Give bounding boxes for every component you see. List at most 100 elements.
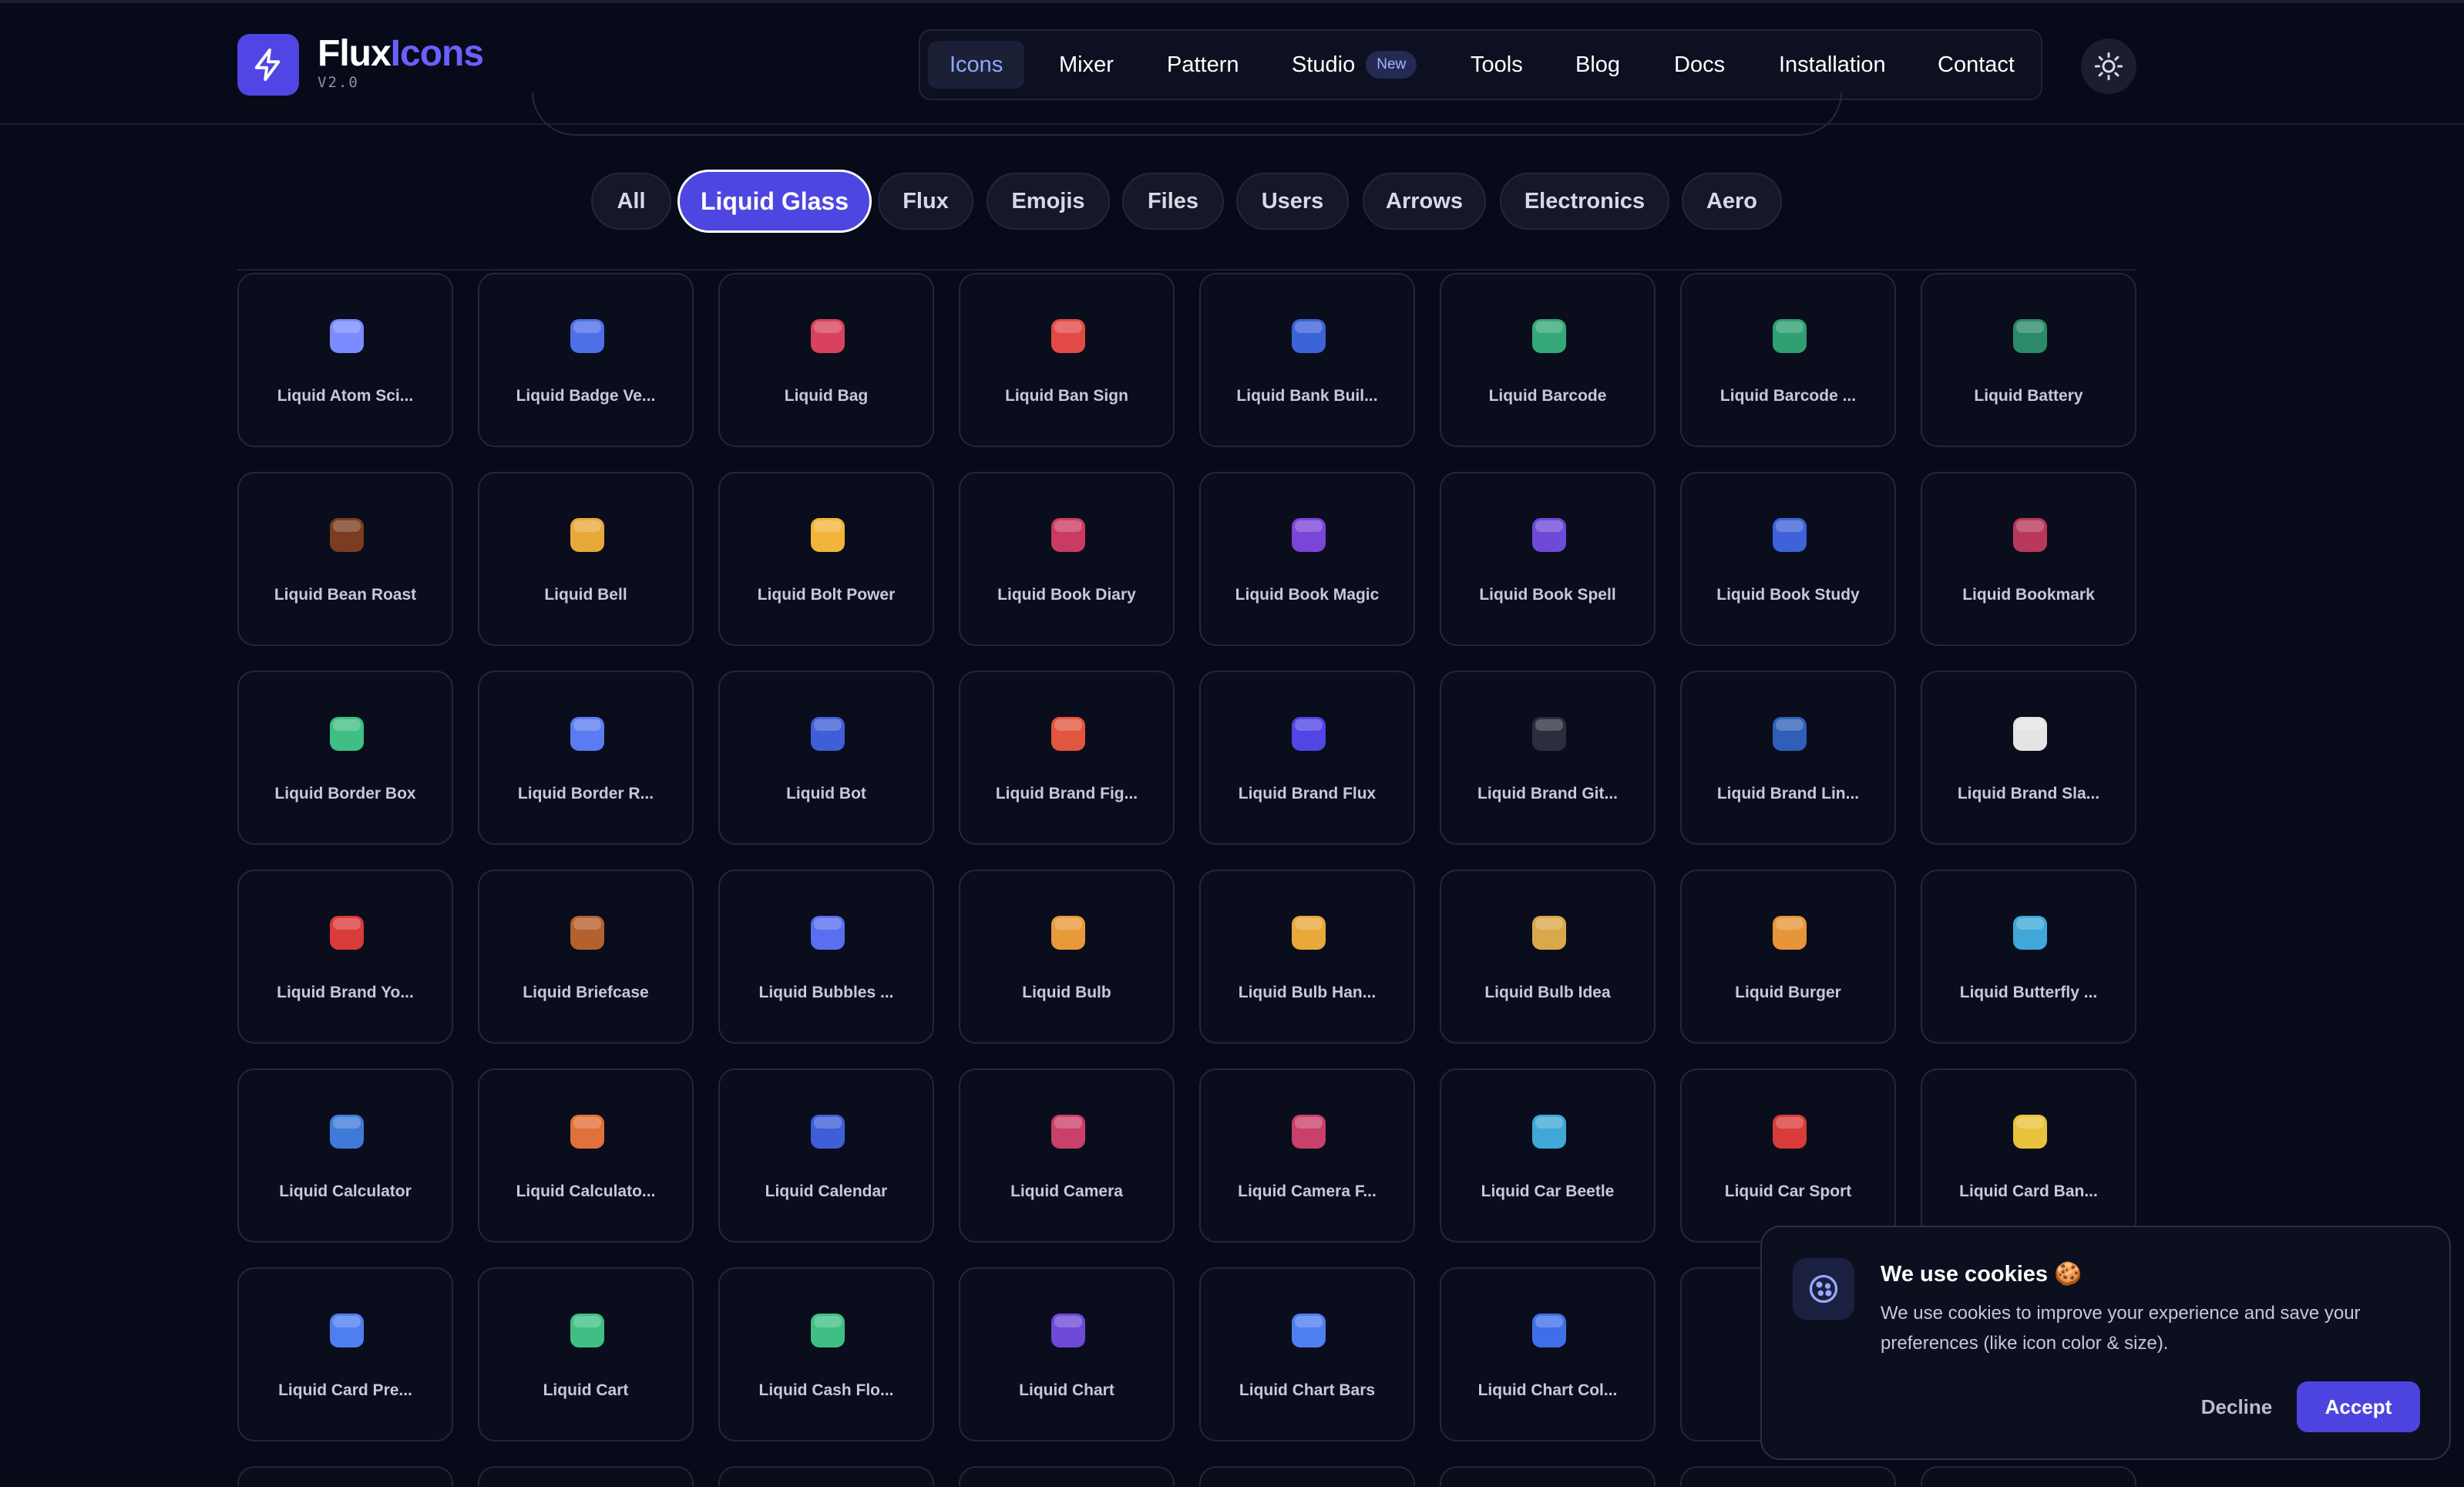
- nav-installation[interactable]: Installation: [1779, 41, 1886, 89]
- icon-card-label: Liquid Chart Bars: [1239, 1381, 1376, 1399]
- icon-card[interactable]: Liquid Cash Flo...: [718, 1267, 934, 1442]
- filter-arrows[interactable]: Arrows: [1363, 173, 1486, 230]
- icon-card-label: Liquid Book Study: [1716, 586, 1860, 604]
- icon-card-partial[interactable]: [237, 1466, 453, 1486]
- icon-card[interactable]: Liquid Barcode: [1440, 273, 1656, 447]
- nav-mixer[interactable]: Mixer: [1059, 41, 1114, 89]
- icon-card[interactable]: Liquid Badge Ve...: [478, 273, 694, 447]
- icon-card[interactable]: Liquid Butterfly ...: [1921, 870, 2136, 1044]
- icon-card-label: Liquid Calculator: [279, 1183, 412, 1200]
- icon-card-partial[interactable]: [1199, 1466, 1415, 1486]
- icon-card[interactable]: Liquid Calculator: [237, 1068, 453, 1243]
- icon-card-partial[interactable]: [718, 1466, 934, 1486]
- icon-card[interactable]: Liquid Book Magic: [1199, 472, 1415, 646]
- filter-all[interactable]: All: [591, 173, 671, 230]
- icon-card[interactable]: Liquid Border Box: [237, 671, 453, 845]
- icon-card[interactable]: Liquid Border R...: [478, 671, 694, 845]
- logo-mark[interactable]: [237, 34, 299, 96]
- icon-card[interactable]: Liquid Bot: [718, 671, 934, 845]
- icon-card[interactable]: Liquid Atom Sci...: [237, 273, 453, 447]
- icon-card[interactable]: Liquid Bank Buil...: [1199, 273, 1415, 447]
- cookie-icon: [1793, 1258, 1854, 1320]
- brand-name-part1: Flux: [318, 33, 392, 74]
- filter-emojis[interactable]: Emojis: [987, 173, 1110, 230]
- icon-card-partial[interactable]: [1680, 1466, 1896, 1486]
- brand-flux-icon: [1292, 717, 1326, 751]
- icon-card[interactable]: Liquid Battery: [1921, 273, 2136, 447]
- nav-tools[interactable]: Tools: [1471, 41, 1523, 89]
- icon-card[interactable]: Liquid Brand Flux: [1199, 671, 1415, 845]
- filter-users[interactable]: Users: [1236, 173, 1349, 230]
- icon-card[interactable]: Liquid Chart Col...: [1440, 1267, 1656, 1442]
- icon-card[interactable]: Liquid Cart: [478, 1267, 694, 1442]
- icon-card[interactable]: Liquid Chart: [959, 1267, 1175, 1442]
- filter-aero[interactable]: Aero: [1682, 173, 1782, 230]
- nav-pattern[interactable]: Pattern: [1167, 41, 1239, 89]
- icon-card-label: Liquid Card Pre...: [278, 1381, 412, 1399]
- icon-card[interactable]: Liquid Calculato...: [478, 1068, 694, 1243]
- bank-icon: [1292, 319, 1326, 353]
- decline-button[interactable]: Decline: [2175, 1381, 2298, 1432]
- icon-card[interactable]: Liquid Car Sport: [1680, 1068, 1896, 1243]
- calculator-alt-icon: [570, 1115, 604, 1149]
- icon-card[interactable]: Liquid Barcode ...: [1680, 273, 1896, 447]
- icon-card[interactable]: Liquid Brand Yo...: [237, 870, 453, 1044]
- sun-icon: [2094, 52, 2123, 81]
- nav-studio[interactable]: Studio New: [1292, 41, 1417, 89]
- cookie-description: We use cookies to improve your experienc…: [1881, 1303, 2361, 1354]
- icon-card-label: Liquid Brand Flux: [1238, 785, 1377, 802]
- icon-card[interactable]: Liquid Ban Sign: [959, 273, 1175, 447]
- slack-icon: [2013, 717, 2047, 751]
- nav-docs[interactable]: Docs: [1674, 41, 1725, 89]
- icon-card[interactable]: Liquid Card Ban...: [1921, 1068, 2136, 1243]
- icon-card-label: Liquid Cash Flo...: [758, 1381, 894, 1399]
- filter-flux[interactable]: Flux: [878, 173, 973, 230]
- book-spell-icon: [1532, 518, 1566, 552]
- icon-card[interactable]: Liquid Bookmark: [1921, 472, 2136, 646]
- icon-card[interactable]: Liquid Brand Git...: [1440, 671, 1656, 845]
- filter-electronics[interactable]: Electronics: [1500, 173, 1669, 230]
- icon-card[interactable]: Liquid Chart Bars: [1199, 1267, 1415, 1442]
- icon-card[interactable]: Liquid Card Pre...: [237, 1267, 453, 1442]
- icon-card[interactable]: Liquid Bulb Han...: [1199, 870, 1415, 1044]
- icon-card[interactable]: Liquid Bulb Idea: [1440, 870, 1656, 1044]
- camera-icon: [1051, 1115, 1085, 1149]
- icon-card[interactable]: Liquid Brand Sla...: [1921, 671, 2136, 845]
- icon-card-label: Liquid Battery: [1974, 387, 2083, 405]
- search-bar-edge: [532, 93, 1842, 136]
- book-magic-icon: [1292, 518, 1326, 552]
- brand-name[interactable]: FluxIcons: [318, 32, 484, 75]
- icon-card[interactable]: Liquid Book Diary: [959, 472, 1175, 646]
- icon-card[interactable]: Liquid Calendar: [718, 1068, 934, 1243]
- icon-card[interactable]: Liquid Brand Fig...: [959, 671, 1175, 845]
- accept-button[interactable]: Accept: [2297, 1381, 2420, 1432]
- icon-card[interactable]: Liquid Camera: [959, 1068, 1175, 1243]
- nav-blog[interactable]: Blog: [1575, 41, 1620, 89]
- icon-card[interactable]: Liquid Bulb: [959, 870, 1175, 1044]
- icon-card[interactable]: Liquid Bubbles ...: [718, 870, 934, 1044]
- icon-card-partial[interactable]: [1921, 1466, 2136, 1486]
- icon-card[interactable]: Liquid Bell: [478, 472, 694, 646]
- icon-card[interactable]: Liquid Book Spell: [1440, 472, 1656, 646]
- filter-files[interactable]: Files: [1122, 173, 1224, 230]
- icon-card[interactable]: Liquid Camera F...: [1199, 1068, 1415, 1243]
- icon-card-partial[interactable]: [1440, 1466, 1656, 1486]
- main-nav: Icons Mixer Pattern Studio New Tools Blo…: [919, 29, 2042, 100]
- nav-icons[interactable]: Icons: [928, 41, 1025, 89]
- icon-card[interactable]: Liquid Bolt Power: [718, 472, 934, 646]
- icon-card[interactable]: Liquid Car Beetle: [1440, 1068, 1656, 1243]
- icon-card-partial[interactable]: [478, 1466, 694, 1486]
- theme-toggle-button[interactable]: [2081, 39, 2136, 94]
- icon-card[interactable]: Liquid Burger: [1680, 870, 1896, 1044]
- icon-card[interactable]: Liquid Bean Roast: [237, 472, 453, 646]
- icon-card[interactable]: Liquid Bag: [718, 273, 934, 447]
- linkedin-icon: [1773, 717, 1807, 751]
- icon-card[interactable]: Liquid Briefcase: [478, 870, 694, 1044]
- icon-card-label: Liquid Bulb Idea: [1484, 984, 1611, 1001]
- nav-contact[interactable]: Contact: [1938, 41, 2015, 89]
- filter-liquid-glass[interactable]: Liquid Glass: [677, 170, 872, 233]
- icon-card[interactable]: Liquid Brand Lin...: [1680, 671, 1896, 845]
- icon-card[interactable]: Liquid Book Study: [1680, 472, 1896, 646]
- icon-card-partial[interactable]: [959, 1466, 1175, 1486]
- icon-card-label: Liquid Book Diary: [997, 586, 1136, 604]
